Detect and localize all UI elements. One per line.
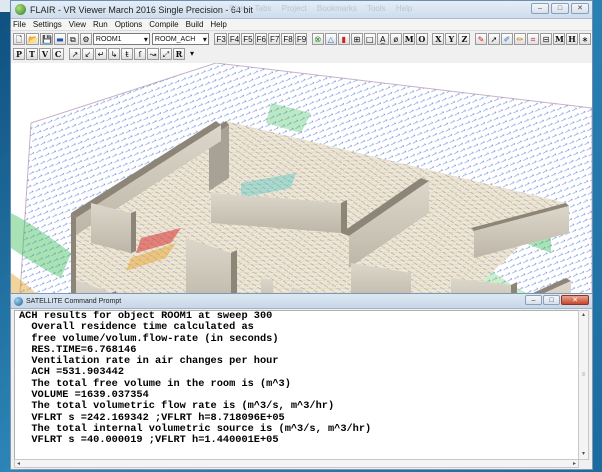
swirl-icon[interactable]: ∗ <box>578 32 591 45</box>
cmd-vertical-scrollbar[interactable]: ▴ ≡ ▾ <box>578 310 589 460</box>
dropdown-arrow-icon[interactable]: ▾ <box>186 48 198 60</box>
f9-button[interactable]: F9 <box>294 32 308 45</box>
menu-view[interactable]: View <box>69 20 86 29</box>
m-button[interactable]: M <box>402 32 415 45</box>
f8-button[interactable]: F8 <box>281 32 294 45</box>
arrow-turn-icon[interactable]: ↳ <box>108 47 120 60</box>
arrow-t-icon[interactable]: ŧ <box>121 47 133 60</box>
f4-button[interactable]: F4 <box>227 32 241 45</box>
scroll-grip-icon[interactable]: ≡ <box>580 369 587 381</box>
cmd-output-area[interactable]: ACH results for object ROOM1 at sweep 30… <box>14 310 579 460</box>
satellite-command-window[interactable]: SATELLITE Command Prompt – □ ✕ ACH resul… <box>10 293 593 470</box>
z-view-button[interactable]: Z <box>458 32 471 45</box>
pen-icon[interactable]: ✐ <box>500 32 513 45</box>
scroll-left-icon[interactable]: ◂ <box>17 460 20 468</box>
maximize-button[interactable]: □ <box>551 3 569 14</box>
text-a-icon[interactable]: A̲ <box>376 32 389 45</box>
arrow-return-icon[interactable]: ↵ <box>95 47 107 60</box>
close-button[interactable]: ✕ <box>571 3 589 14</box>
c-button[interactable]: C <box>52 47 64 60</box>
x-view-button[interactable]: X <box>432 32 445 45</box>
chart-icon[interactable]: ⌗ <box>526 32 539 45</box>
f3-button[interactable]: F3 <box>214 32 227 45</box>
arrow-sw-icon[interactable]: ↙ <box>82 47 94 60</box>
cmd-window-title: SATELLITE Command Prompt <box>26 297 122 305</box>
arrow-f-icon[interactable]: ſ <box>134 47 146 60</box>
menu-file[interactable]: File <box>13 20 26 29</box>
m-menu-button[interactable]: M <box>552 32 565 45</box>
window-icon[interactable]: ⊟ <box>539 32 552 45</box>
edit-icon[interactable]: ✏ <box>513 32 526 45</box>
grid-dropdown-icon[interactable]: ⊞ <box>350 32 363 45</box>
menu-build[interactable]: Build <box>186 20 204 29</box>
main-menubar: File Settings View Run Options Compile B… <box>11 19 592 31</box>
f7-button[interactable]: F7 <box>268 32 281 45</box>
surface-icon[interactable]: ø <box>389 32 402 45</box>
new-file-icon[interactable]: 🗋 <box>13 32 25 45</box>
variable-select[interactable]: ROOM_ACH <box>151 32 209 45</box>
cmd-close-button[interactable]: ✕ <box>561 295 589 305</box>
open-folder-icon[interactable]: 📂 <box>26 32 39 45</box>
output-line: The total volumetric flow rate is (m^3/s… <box>19 400 335 413</box>
flair-app-icon <box>15 4 26 15</box>
settings-icon[interactable]: ⚙ <box>79 32 92 45</box>
cmd-maximize-button[interactable]: □ <box>543 295 560 305</box>
cmd-minimize-button[interactable]: – <box>525 295 542 305</box>
cmd-titlebar[interactable]: SATELLITE Command Prompt – □ ✕ <box>11 294 592 309</box>
f5-button[interactable]: F5 <box>241 32 254 45</box>
triangle-icon[interactable]: △ <box>324 32 337 45</box>
toolbar-row-2: P T V C ↗ ↙ ↵ ↳ ŧ ſ ↝ ⤢ R ▾ <box>11 46 592 61</box>
v-button[interactable]: V <box>39 47 51 60</box>
scroll-up-icon[interactable]: ▴ <box>579 311 588 320</box>
menu-options[interactable]: Options <box>115 20 143 29</box>
probe-icon[interactable]: ✎ <box>474 32 487 45</box>
o-button[interactable]: O <box>415 32 428 45</box>
output-line: Overall residence time calculated as <box>19 321 254 334</box>
save-icon[interactable]: 💾 <box>39 32 53 45</box>
minimize-button[interactable]: – <box>531 3 549 14</box>
main-window-title: FLAIR - VR Viewer March 2016 Single Prec… <box>30 4 253 15</box>
box-icon[interactable]: □ <box>363 32 376 45</box>
scroll-down-icon[interactable]: ▾ <box>579 450 588 459</box>
arrow-ne-icon[interactable]: ↗ <box>69 47 81 60</box>
pointer-icon[interactable]: ➚ <box>487 32 500 45</box>
f6-button[interactable]: F6 <box>254 32 268 45</box>
menu-settings[interactable]: Settings <box>33 20 62 29</box>
r-button[interactable]: R <box>173 47 185 60</box>
menu-compile[interactable]: Compile <box>149 20 178 29</box>
satellite-app-icon <box>14 296 23 306</box>
copy-icon[interactable]: ⧉ <box>66 32 79 45</box>
object-select[interactable]: ROOM1 <box>92 32 150 45</box>
colorbar-icon[interactable]: ▮ <box>337 32 350 45</box>
p-button[interactable]: P <box>13 47 25 60</box>
y-view-button[interactable]: Y <box>445 32 458 45</box>
monitor-icon[interactable]: ▬ <box>53 32 66 45</box>
t-button[interactable]: T <box>26 47 38 60</box>
vector-icon[interactable]: ⮿ <box>311 32 324 45</box>
background-menu-ghost: Size Tabs Project Bookmarks Tools Help <box>229 4 413 13</box>
cmd-horizontal-scrollbar[interactable]: ◂ ▸ <box>14 459 579 468</box>
arrow-wave-icon[interactable]: ↝ <box>147 47 159 60</box>
arrow-diag-icon[interactable]: ⤢ <box>160 47 172 60</box>
scroll-right-icon[interactable]: ▸ <box>573 460 576 468</box>
toolbar-row-1: 🗋 📂 💾 ▬ ⧉ ⚙ ROOM1 ROOM_ACH F3 F4 F5 F6 F… <box>11 31 592 46</box>
main-titlebar[interactable]: FLAIR - VR Viewer March 2016 Single Prec… <box>11 1 592 19</box>
h-grid-button[interactable]: H <box>565 32 578 45</box>
menu-run[interactable]: Run <box>93 20 108 29</box>
menu-help[interactable]: Help <box>210 20 226 29</box>
output-line: VFLRT s =40.000019 ;VFLRT h=1.440001E+05 <box>19 434 279 447</box>
